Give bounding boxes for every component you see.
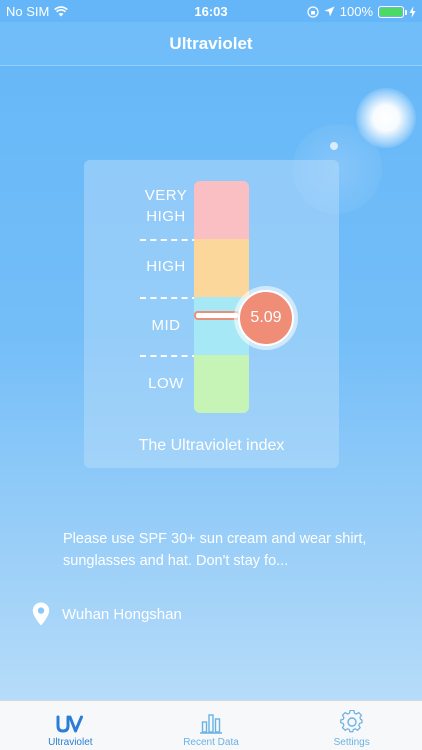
- segment-high: [194, 239, 249, 297]
- lens-flare-dot: [330, 142, 338, 150]
- level-divider: [140, 239, 198, 241]
- nav-bar: Ultraviolet: [0, 22, 422, 66]
- uv-index-caption: The Ultraviolet index: [138, 437, 285, 454]
- battery-percent: 100%: [339, 4, 373, 19]
- charging-icon: [409, 5, 416, 18]
- level-divider: [140, 355, 198, 357]
- tab-bar: Ultraviolet Recent Data Settings: [0, 700, 422, 750]
- uv-icon: [56, 715, 84, 733]
- map-pin-icon: [32, 602, 50, 626]
- tab-label: Settings: [333, 737, 370, 748]
- bar-chart-icon: [200, 714, 222, 734]
- gear-icon: [339, 710, 363, 733]
- uv-value: 5.09: [238, 290, 294, 346]
- status-right: 100%: [307, 4, 416, 19]
- status-bar: No SIM 16:03 100%: [0, 0, 422, 22]
- tab-label: Ultraviolet: [48, 737, 93, 748]
- location-name: Wuhan Hongshan: [62, 605, 182, 623]
- tab-settings[interactable]: Settings: [281, 701, 422, 750]
- page-title: Ultraviolet: [169, 33, 253, 53]
- tab-recent-data[interactable]: Recent Data: [141, 701, 282, 750]
- level-divider: [140, 297, 198, 299]
- location-row[interactable]: Wuhan Hongshan: [32, 602, 182, 626]
- tab-label: Recent Data: [183, 737, 239, 748]
- battery-icon: [378, 5, 407, 18]
- location-arrow-icon: [324, 6, 335, 17]
- segment-low: [194, 355, 249, 413]
- uv-value-marker: 5.09: [234, 286, 298, 350]
- orientation-lock-icon: [307, 5, 319, 18]
- uv-advice-text: Please use SPF 30+ sun cream and wear sh…: [63, 531, 367, 569]
- segment-very-high: [194, 181, 249, 239]
- uv-index-card: VERY HIGH HIGH MID LOW 5.09 The Ultravio…: [84, 160, 339, 468]
- tab-ultraviolet[interactable]: Ultraviolet: [0, 701, 141, 750]
